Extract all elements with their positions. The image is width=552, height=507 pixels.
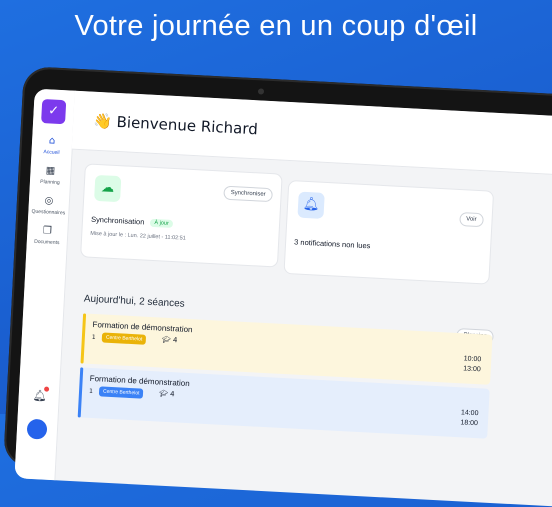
sidebar-item-label: Planning	[40, 179, 60, 187]
participants-value: 4	[172, 336, 178, 345]
sidebar-item-questionnaires[interactable]: ◎ Questionnaires	[28, 194, 69, 216]
wave-hand-icon: 👋	[92, 111, 113, 131]
session-end: 13:00	[463, 365, 481, 374]
session-start: 10:00	[463, 355, 482, 364]
sync-title-text: Synchronisation	[90, 214, 145, 227]
notifications-text: 3 notifications non lues	[293, 237, 371, 251]
sidebar-item-documents[interactable]: ❐ Documents	[27, 224, 68, 246]
graduation-cap-icon: 🎓︎	[161, 335, 171, 345]
calendar-icon: ▦	[45, 165, 56, 177]
session-start: 14:00	[460, 409, 479, 418]
headline: Votre journée en un coup d'œil	[74, 10, 478, 42]
sync-title: Synchronisation À jour	[90, 214, 173, 229]
notification-dot	[43, 386, 50, 392]
sidebar-item-label: Questionnaires	[31, 208, 66, 217]
camera	[257, 88, 265, 95]
sidebar-item-planning[interactable]: ▦ Planning	[30, 164, 71, 186]
session-color-bar	[77, 367, 84, 418]
cloud-check-icon: ☁	[94, 174, 122, 203]
bell-icon: 🔔︎	[297, 191, 325, 219]
sync-card: ☁ Synchroniser Synchronisation À jour Mi…	[80, 163, 283, 268]
participants-count: 🎓︎ 4	[162, 336, 178, 345]
sidebar-item-label: Documents	[34, 238, 60, 247]
app-logo-icon[interactable]: ✓	[41, 99, 67, 125]
view-notifications-button[interactable]: Voir	[458, 211, 484, 228]
synchronize-button[interactable]: Synchroniser	[223, 185, 273, 203]
location-tag: Centre Berthelot	[98, 386, 144, 399]
session-number: 1	[91, 333, 96, 342]
welcome-text: Bienvenue Richard	[116, 112, 259, 139]
main-content: 👋 Bienvenue Richard ☁ Synchroniser Synch…	[54, 90, 552, 507]
avatar[interactable]	[26, 418, 48, 440]
participants-count: 🎓︎ 4	[159, 390, 175, 399]
session-color-bar	[80, 313, 87, 364]
sidebar-item-label: Accueil	[43, 149, 60, 156]
page-title: 👋 Bienvenue Richard	[93, 112, 258, 139]
documents-icon: ❐	[42, 225, 53, 237]
notifications-card: 🔔︎ Voir 3 notifications non lues	[283, 179, 495, 285]
questionnaire-icon: ◎	[44, 195, 54, 207]
app-screen: ✓ ⌂ Accueil ▦ Planning ◎ Questionnaires …	[14, 88, 552, 507]
home-icon: ⌂	[48, 135, 56, 147]
today-title: Aujourd'hui, 2 séances	[83, 293, 185, 310]
sync-updated: Mise à jour le : Lun. 22 juillet - 11:02…	[90, 230, 186, 242]
tablet-frame: ✓ ⌂ Accueil ▦ Planning ◎ Questionnaires …	[3, 66, 552, 507]
location-tag: Centre Berthelot	[101, 332, 147, 345]
participants-value: 4	[169, 390, 175, 399]
graduation-cap-icon: 🎓︎	[158, 389, 169, 398]
status-badge: À jour	[150, 218, 173, 229]
session-number: 1	[88, 387, 94, 396]
session-end: 18:00	[460, 419, 479, 428]
topbar: 👋 Bienvenue Richard	[71, 90, 552, 177]
sidebar-item-accueil[interactable]: ⌂ Accueil	[31, 135, 72, 157]
